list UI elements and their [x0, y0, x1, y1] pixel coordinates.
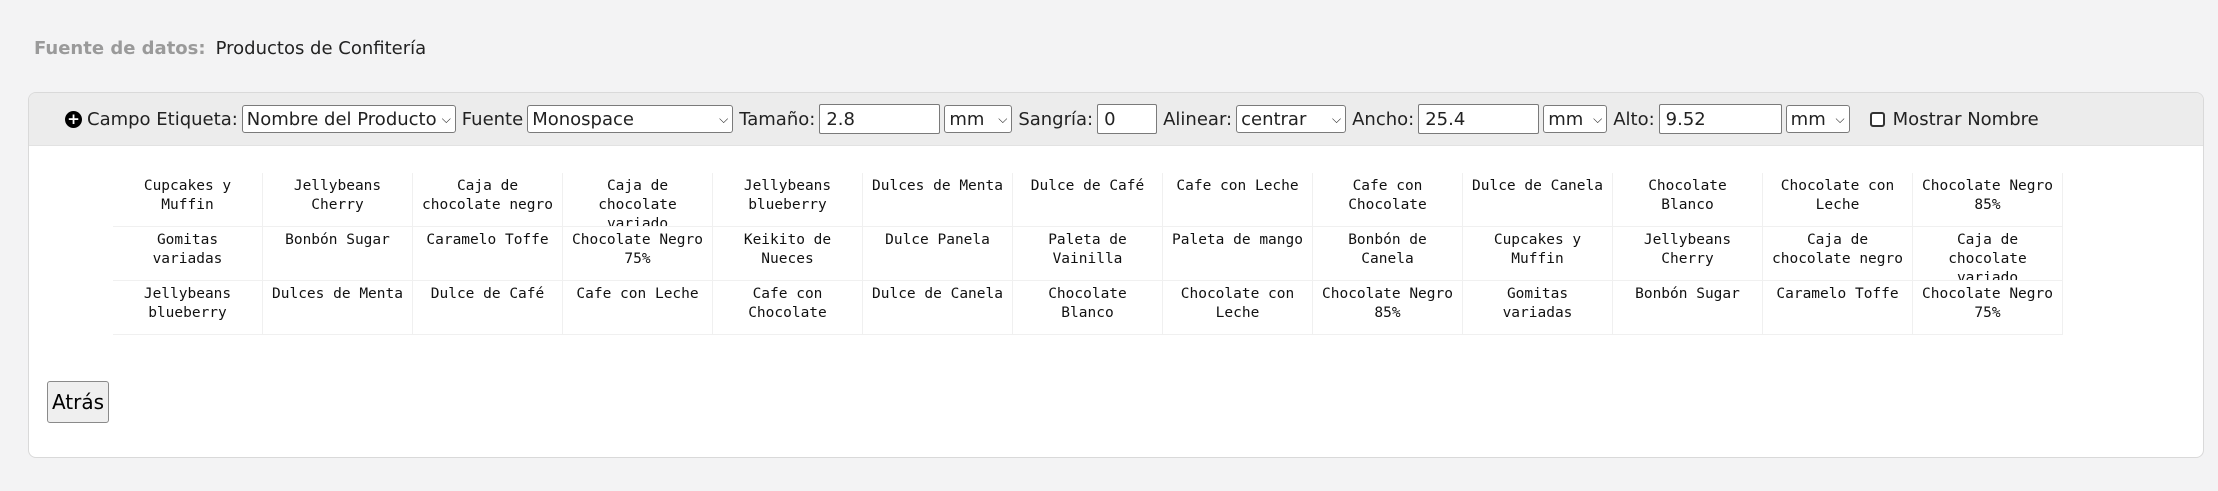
labels-preview-grid: Cupcakes y Muffin Jellybeans Cherry Caja d…: [113, 173, 2063, 335]
label-cell: Bonbón Sugar: [263, 227, 413, 281]
fuente-value: Monospace: [532, 108, 634, 130]
data-source-label: Fuente de datos:: [34, 38, 206, 59]
label-cell: Bonbón de Canela: [1313, 227, 1463, 281]
label-cell: Jellybeans blueberry: [113, 281, 263, 335]
alinear-select[interactable]: centrar ⌵: [1236, 105, 1347, 133]
mostrar-nombre-label: Mostrar Nombre: [1892, 108, 2039, 130]
label-cell: Caja de chocolate variado: [1913, 227, 2063, 281]
alto-unit-value: mm: [1790, 108, 1826, 130]
label-cell: Gomitas variadas: [113, 227, 263, 281]
label-cell: Cafe con Leche: [563, 281, 713, 335]
chevron-down-icon: ⌵: [1835, 111, 1845, 126]
chevron-down-icon: ⌵: [1593, 111, 1603, 126]
label-cell: Cafe con Chocolate: [713, 281, 863, 335]
label-cell: Caja de chocolate negro: [1763, 227, 1913, 281]
label-cell: Bonbón Sugar: [1613, 281, 1763, 335]
fuente-select[interactable]: Monospace ⌵: [527, 105, 734, 133]
plus-circle-icon[interactable]: +: [65, 110, 82, 128]
label-cell: Cupcakes y Muffin: [1463, 227, 1613, 281]
back-button[interactable]: Atrás: [47, 381, 109, 423]
label-cell: Chocolate Negro 75%: [1913, 281, 2063, 335]
label-toolbar: + Campo Etiqueta: Nombre del Producto ⌵ …: [29, 93, 2203, 146]
ancho-input[interactable]: 25.4: [1418, 104, 1540, 134]
chevron-down-icon: ⌵: [719, 111, 729, 126]
label-cell: Cafe con Leche: [1163, 173, 1313, 227]
label-cell: Caramelo Toffe: [1763, 281, 1913, 335]
label-cell: Chocolate con Leche: [1163, 281, 1313, 335]
label-cell: Paleta de mango: [1163, 227, 1313, 281]
ancho-label: Ancho:: [1352, 108, 1415, 130]
mostrar-nombre-checkbox[interactable]: [1869, 111, 1885, 127]
label-cell: Caramelo Toffe: [413, 227, 563, 281]
data-source-line: Fuente de datos: Productos de Confitería: [34, 38, 426, 59]
label-cell: Chocolate Blanco: [1013, 281, 1163, 335]
alinear-value: centrar: [1241, 108, 1307, 130]
label-cell: Chocolate con Leche: [1763, 173, 1913, 227]
label-cell: Dulce Panela: [863, 227, 1013, 281]
label-cell: Chocolate Negro 85%: [1913, 173, 2063, 227]
label-cell: Dulces de Menta: [263, 281, 413, 335]
sangria-label: Sangría:: [1018, 108, 1094, 130]
label-cell: Dulce de Café: [413, 281, 563, 335]
tamano-unit-select[interactable]: mm ⌵: [944, 105, 1013, 133]
tamano-unit-value: mm: [949, 108, 985, 130]
label-cell: Jellybeans Cherry: [263, 173, 413, 227]
campo-etiqueta-label: Campo Etiqueta:: [87, 108, 238, 130]
label-cell: Dulce de Canela: [1463, 173, 1613, 227]
label-cell: Cafe con Chocolate: [1313, 173, 1463, 227]
ancho-unit-value: mm: [1548, 108, 1584, 130]
sangria-input[interactable]: 0: [1097, 104, 1158, 134]
label-cell: Keikito de Nueces: [713, 227, 863, 281]
alto-input[interactable]: 9.52: [1658, 104, 1782, 134]
label-cell: Dulces de Menta: [863, 173, 1013, 227]
label-cell: Cupcakes y Muffin: [113, 173, 263, 227]
chevron-down-icon: ⌵: [1331, 111, 1342, 126]
campo-etiqueta-select[interactable]: Nombre del Producto ⌵: [241, 105, 456, 133]
tamano-label: Tamaño:: [739, 108, 816, 130]
tamano-input[interactable]: 2.8: [819, 104, 941, 134]
campo-etiqueta-value: Nombre del Producto: [246, 108, 437, 130]
ancho-unit-select[interactable]: mm ⌵: [1543, 105, 1608, 133]
label-cell: Caja de chocolate negro: [413, 173, 563, 227]
label-cell: Jellybeans blueberry: [713, 173, 863, 227]
data-source-value: Productos de Confitería: [215, 38, 427, 59]
label-cell: Paleta de Vainilla: [1013, 227, 1163, 281]
label-cell: Dulce de Canela: [863, 281, 1013, 335]
label-cell: Dulce de Café: [1013, 173, 1163, 227]
label-cell: Caja de chocolate variado: [563, 173, 713, 227]
label-cell: Gomitas variadas: [1463, 281, 1613, 335]
label-cell: Jellybeans Cherry: [1613, 227, 1763, 281]
fuente-label: Fuente: [461, 108, 524, 130]
alinear-label: Alinear:: [1163, 108, 1233, 130]
label-cell: Chocolate Negro 75%: [563, 227, 713, 281]
label-cell: Chocolate Blanco: [1613, 173, 1763, 227]
chevron-down-icon: ⌵: [998, 111, 1008, 126]
alto-label: Alto:: [1613, 108, 1655, 130]
label-designer-panel: + Campo Etiqueta: Nombre del Producto ⌵ …: [28, 92, 2204, 458]
alto-unit-select[interactable]: mm ⌵: [1785, 105, 1850, 133]
chevron-down-icon: ⌵: [441, 111, 451, 126]
label-cell: Chocolate Negro 85%: [1313, 281, 1463, 335]
